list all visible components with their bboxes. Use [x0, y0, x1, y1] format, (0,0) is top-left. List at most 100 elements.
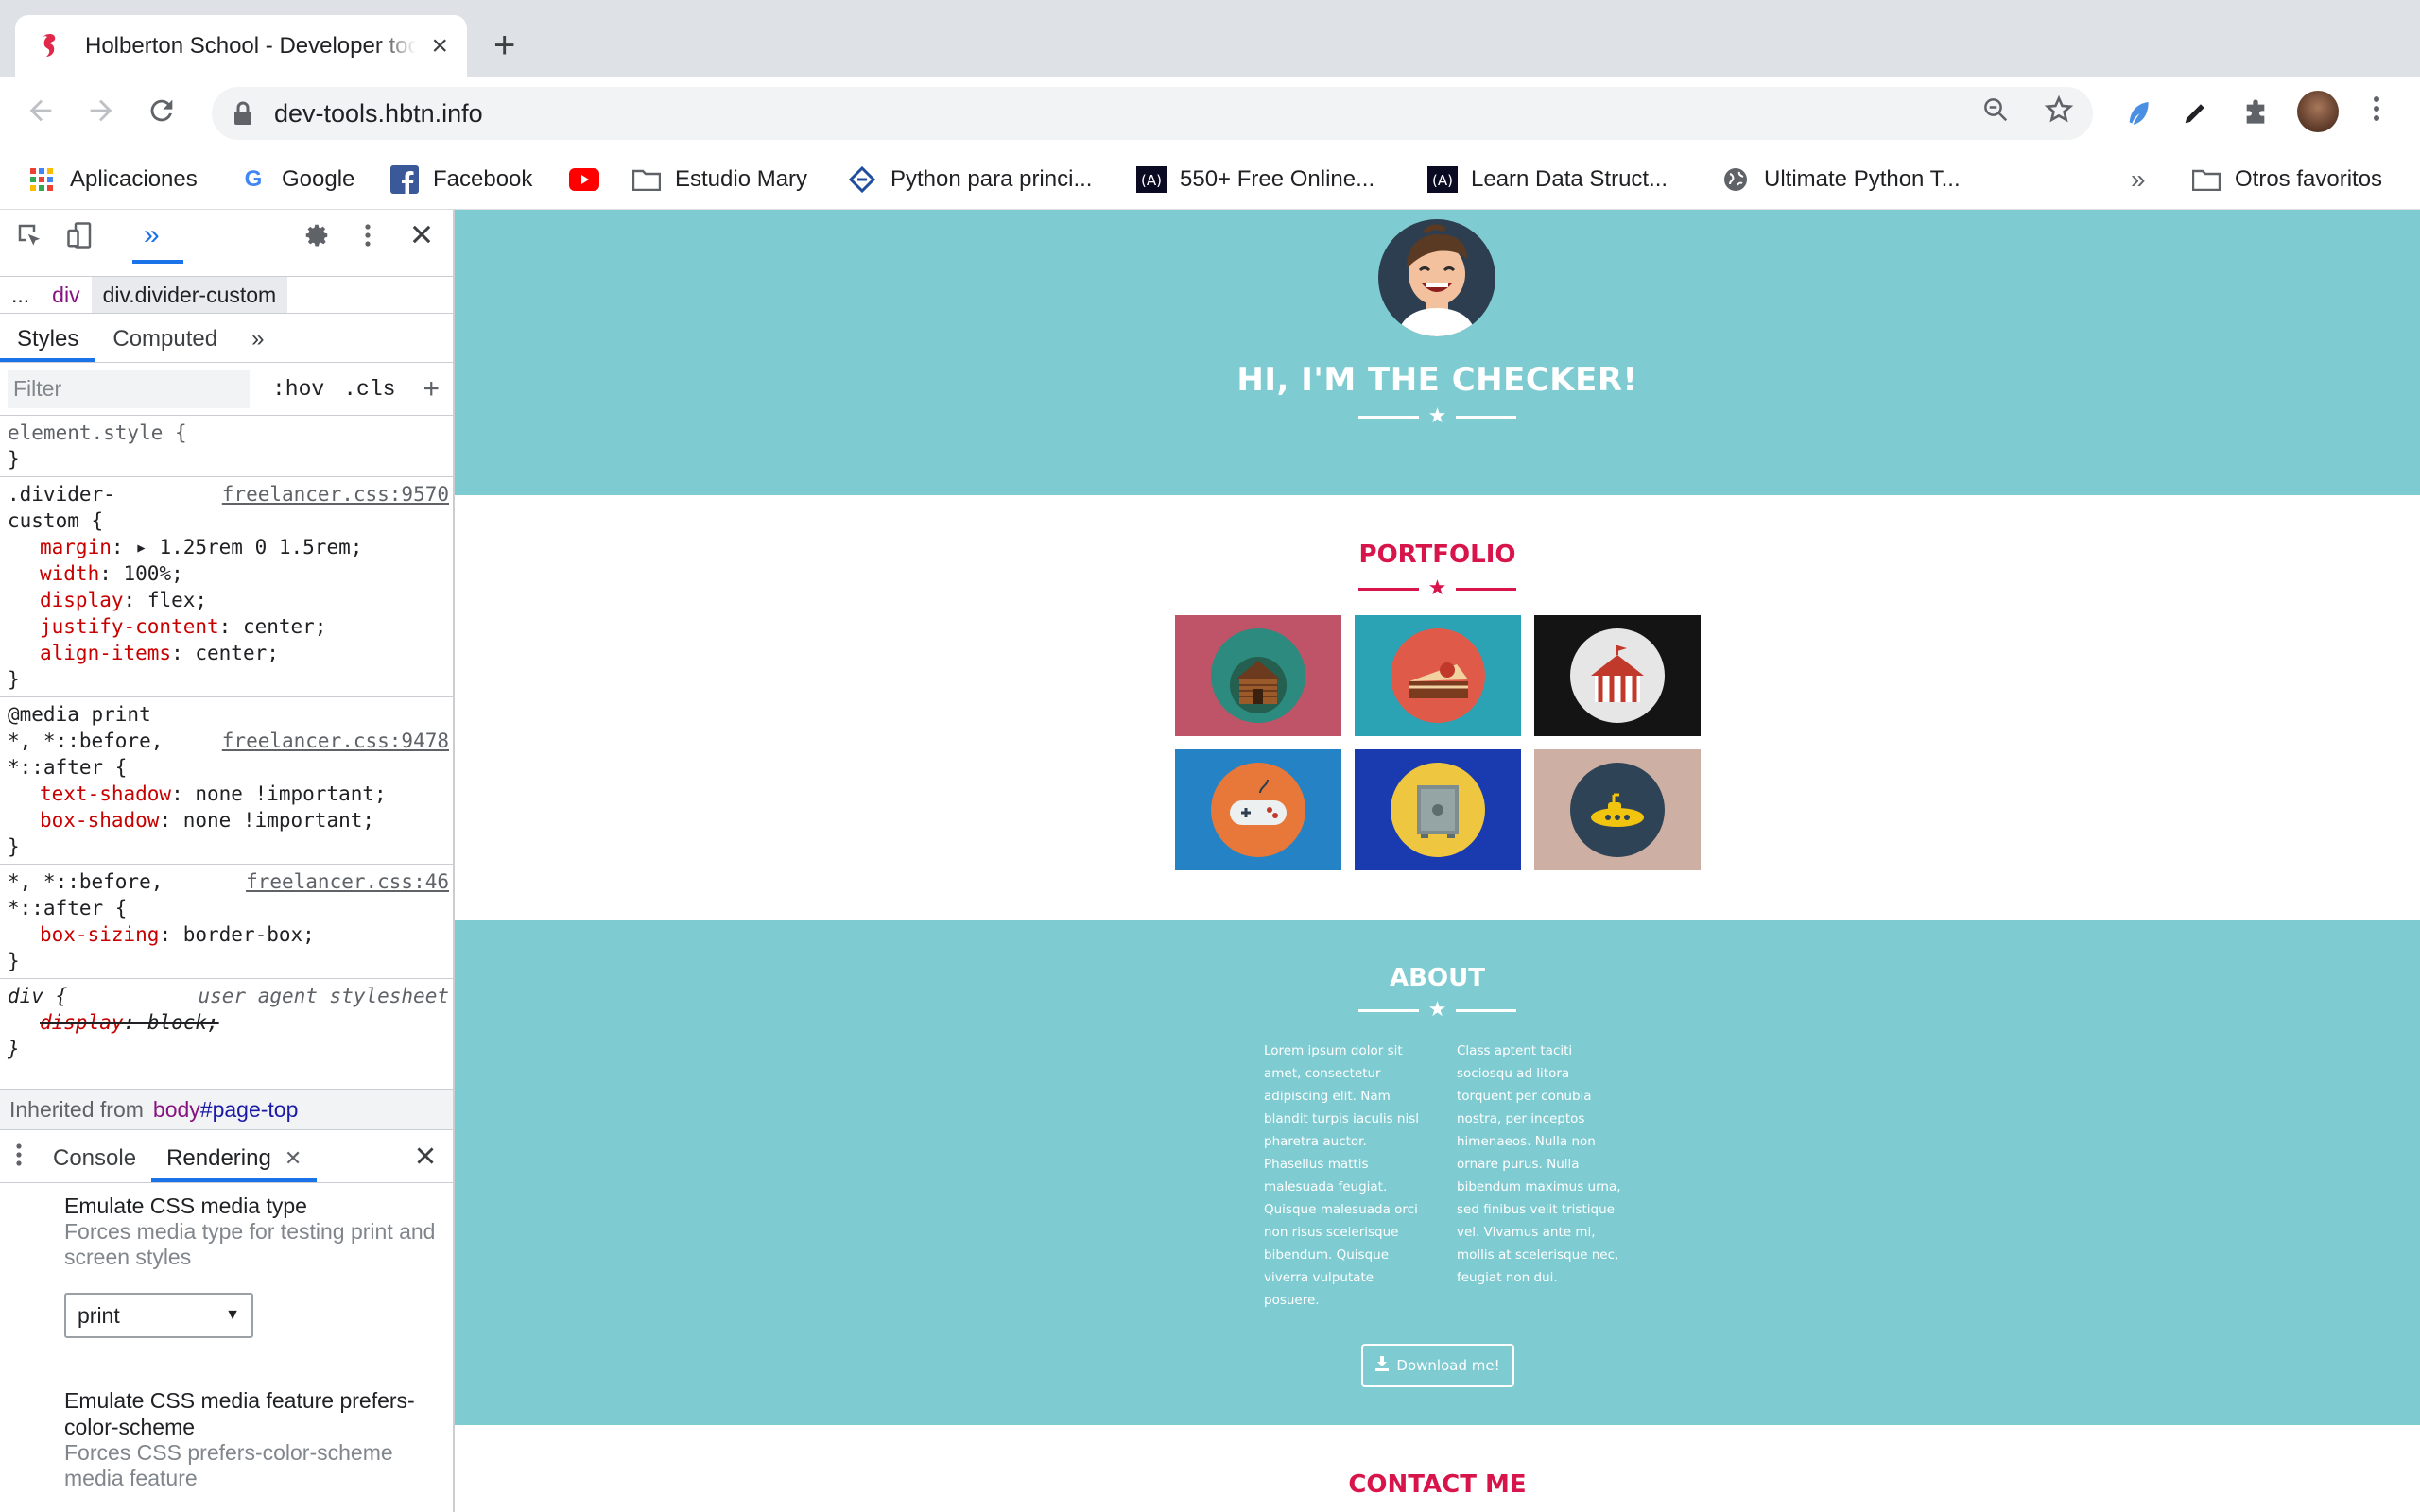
zoom-out-icon[interactable]	[1981, 95, 2010, 131]
breadcrumb-selected[interactable]: div.divider-custom	[91, 277, 288, 313]
rule-selector: custom {	[8, 509, 104, 532]
declaration[interactable]: margin: ▸ 1.25rem 0 1.5rem;	[8, 534, 447, 560]
bookmark-python[interactable]: Python para princi...	[847, 161, 1092, 198]
styles-filter-bar: Filter :hov .cls +	[0, 363, 455, 416]
circus-tent-icon	[1570, 628, 1665, 723]
feather-extension-icon[interactable]	[2123, 98, 2153, 133]
hover-state-toggle[interactable]: :hov	[272, 377, 324, 402]
subtabs-overflow[interactable]: »	[234, 316, 281, 362]
inherited-id[interactable]: #page-top	[200, 1097, 299, 1123]
declaration[interactable]: align-items: center;	[8, 640, 447, 666]
portfolio-item-submarine[interactable]	[1534, 749, 1701, 870]
forward-arrow-icon	[90, 99, 112, 122]
styles-filter-input[interactable]: Filter	[8, 369, 250, 408]
back-button[interactable]	[25, 94, 57, 132]
extensions-puzzle-icon[interactable]	[2240, 98, 2271, 133]
declaration[interactable]: justify-content: center;	[8, 613, 447, 640]
rule-universal[interactable]: freelancer.css:46 *, *::before, *::after…	[0, 865, 453, 979]
portfolio-item-game[interactable]	[1175, 749, 1341, 870]
rule-media-print[interactable]: @media print freelancer.css:9478 *, *::b…	[0, 697, 453, 865]
bookmark-estudio-mary[interactable]: Estudio Mary	[631, 161, 807, 198]
divider-line	[1456, 1008, 1517, 1012]
youtube-icon	[569, 164, 599, 195]
divider-line	[1357, 415, 1419, 419]
breadcrumb-ellipsis[interactable]: ...	[0, 283, 41, 308]
site-icon	[847, 164, 877, 195]
declaration[interactable]: width: 100%;	[8, 560, 447, 587]
bookmarks-overflow-button[interactable]: »	[2131, 164, 2146, 195]
tab-rendering[interactable]: Rendering ✕	[151, 1134, 318, 1182]
styles-subtabs: Styles Computed »	[0, 316, 455, 363]
portfolio-item-cabin[interactable]	[1175, 615, 1341, 736]
bookmark-other[interactable]: Otros favoritos	[2191, 161, 2382, 198]
download-button[interactable]: Download me!	[1361, 1344, 1514, 1387]
new-tab-button[interactable]: +	[493, 26, 515, 64]
bookmark-facebook[interactable]: Facebook	[389, 161, 532, 198]
download-icon	[1375, 1356, 1390, 1375]
bookmark-freecodecamp-2[interactable]: (A) Learn Data Struct...	[1427, 161, 1668, 198]
contact-heading: CONTACT ME	[1348, 1470, 1527, 1499]
tab-console[interactable]: Console	[38, 1134, 151, 1182]
bookmark-freecodecamp-1[interactable]: (A) 550+ Free Online...	[1136, 161, 1374, 198]
tab-close-icon[interactable]: ×	[431, 32, 448, 60]
rule-user-agent-div[interactable]: user agent stylesheet div { display: blo…	[0, 979, 453, 1066]
bookmark-label: Learn Data Struct...	[1471, 166, 1668, 192]
browser-menu-icon[interactable]	[2371, 93, 2382, 133]
rule-close: }	[8, 1038, 20, 1060]
bookmark-apps[interactable]: Aplicaciones	[26, 161, 198, 198]
portfolio-item-circus[interactable]	[1534, 615, 1701, 736]
rule-source-label: user agent stylesheet	[198, 985, 449, 1007]
overridden-declaration[interactable]: display: block;	[8, 1009, 447, 1036]
close-tab-icon[interactable]: ✕	[285, 1146, 302, 1171]
declaration[interactable]: box-sizing: border-box;	[8, 921, 447, 948]
color-scheme-description: Forces CSS prefers-color-scheme media fe…	[64, 1440, 393, 1490]
inherited-label: Inherited from	[9, 1096, 144, 1122]
rule-source-link[interactable]: freelancer.css:9570	[222, 481, 449, 507]
pen-extension-icon[interactable]	[2182, 98, 2210, 131]
profile-avatar[interactable]	[2297, 91, 2339, 132]
declaration[interactable]: box-shadow: none !important;	[8, 807, 447, 833]
portfolio-item-cake[interactable]	[1355, 615, 1521, 736]
declaration[interactable]: display: flex;	[8, 587, 447, 613]
facebook-icon	[389, 164, 420, 195]
drawer-menu-icon[interactable]	[0, 1141, 38, 1177]
lock-icon[interactable]	[231, 101, 255, 126]
bookmark-label: Facebook	[433, 166, 533, 192]
inherited-from-section[interactable]: Inherited from body #page-top	[0, 1089, 453, 1130]
media-query: @media print	[8, 703, 151, 726]
new-rule-button[interactable]: +	[423, 373, 440, 405]
browser-tab[interactable]: Holberton School - Developer tools ×	[15, 15, 467, 77]
url-text[interactable]: dev-tools.hbtn.info	[274, 99, 483, 129]
bookmark-ultimate-python[interactable]: Ultimate Python T...	[1720, 161, 1961, 198]
tab-computed[interactable]: Computed	[95, 316, 234, 362]
bookmark-star-icon[interactable]	[2044, 94, 2074, 132]
settings-gear-icon[interactable]	[302, 221, 331, 255]
rule-divider-custom[interactable]: freelancer.css:9570 .divider- custom { m…	[0, 477, 453, 697]
more-panels-icon[interactable]: »	[144, 221, 160, 249]
bookmark-google[interactable]: G Google	[238, 161, 355, 198]
devtools-menu-icon[interactable]	[363, 221, 372, 255]
inherited-tag[interactable]: body	[153, 1097, 200, 1123]
portfolio-item-safe[interactable]	[1355, 749, 1521, 870]
close-drawer-icon[interactable]	[413, 1141, 438, 1176]
class-toggle[interactable]: .cls	[343, 377, 395, 402]
close-devtools-icon[interactable]	[408, 221, 435, 253]
rule-element-style[interactable]: element.style { }	[0, 416, 453, 477]
rendering-panel: Emulate CSS media type Forces media type…	[64, 1193, 442, 1491]
media-type-title: Emulate CSS media type	[64, 1194, 307, 1218]
page-viewport: HI, I'M THE CHECKER! ★ PORTFOLIO ★ ABOUT…	[455, 210, 2420, 1512]
rule-source-link[interactable]: freelancer.css:9478	[222, 728, 449, 754]
rule-source-link[interactable]: freelancer.css:46	[246, 868, 449, 895]
declaration[interactable]: text-shadow: none !important;	[8, 781, 447, 807]
media-type-select[interactable]: print ▼	[64, 1293, 253, 1338]
reload-button[interactable]	[146, 94, 178, 132]
inspect-element-icon[interactable]	[15, 221, 43, 255]
address-bar[interactable]: dev-tools.hbtn.info	[212, 87, 2093, 140]
device-toolbar-icon[interactable]	[66, 221, 95, 255]
about-text-left: Lorem ipsum dolor sit amet, consectetur …	[1264, 1043, 1420, 1308]
bookmark-youtube[interactable]	[569, 161, 613, 198]
tab-styles[interactable]: Styles	[0, 316, 96, 362]
masthead: HI, I'M THE CHECKER! ★	[455, 210, 2420, 495]
forward-button[interactable]	[85, 94, 117, 132]
breadcrumb-parent[interactable]: div	[41, 283, 91, 308]
